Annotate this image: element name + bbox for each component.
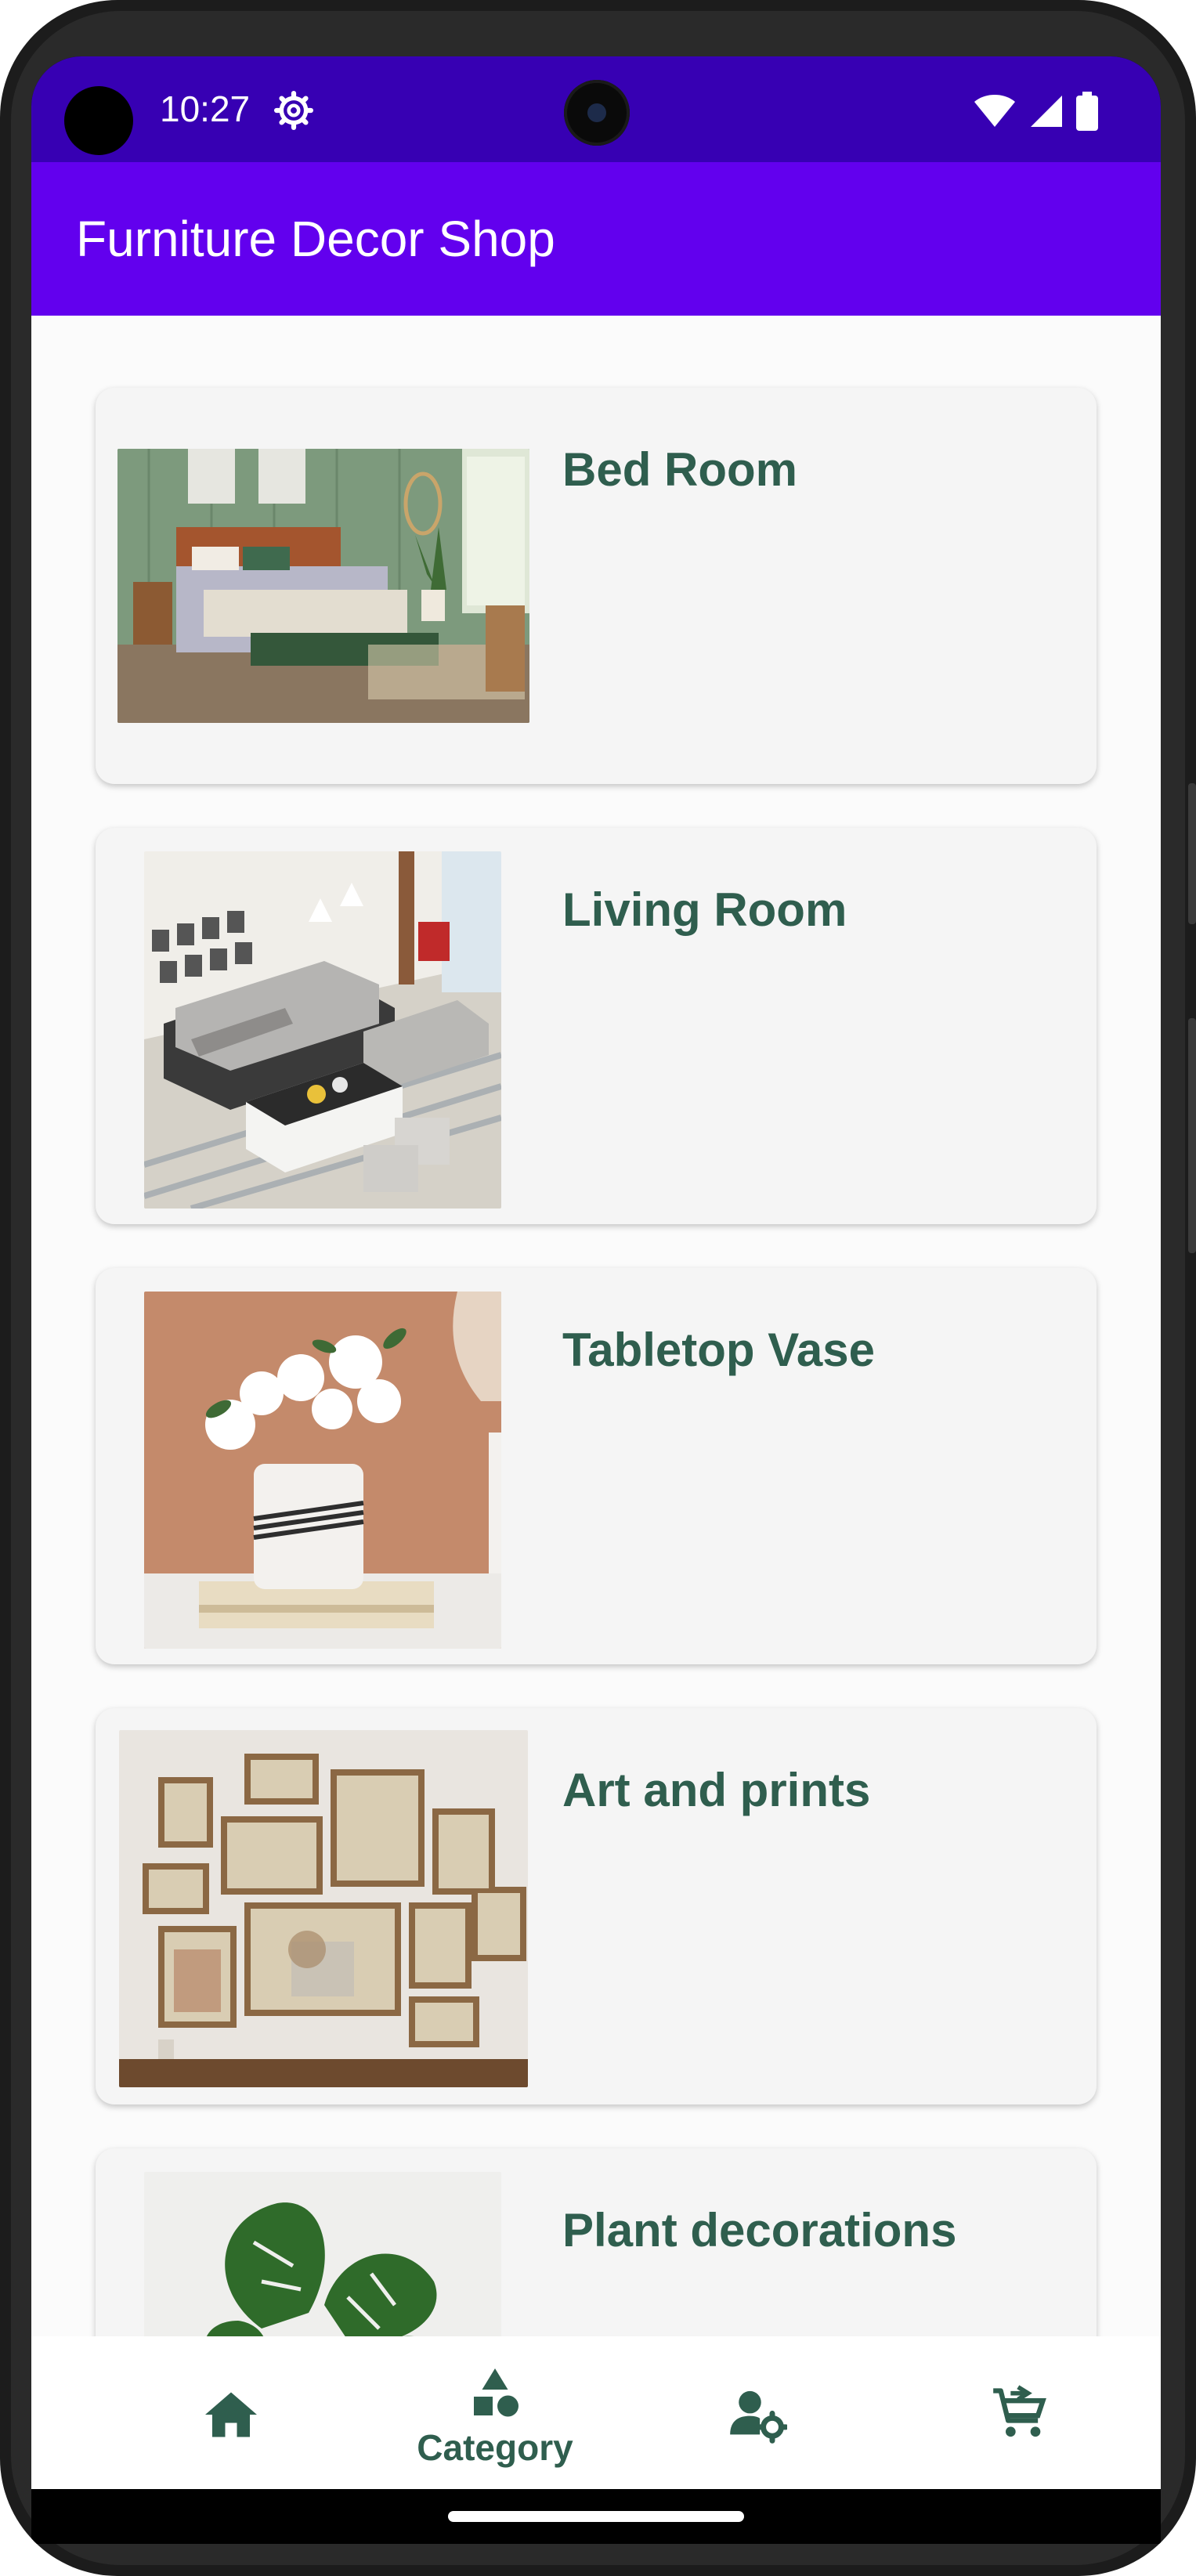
category-title: Tabletop Vase bbox=[562, 1324, 876, 1376]
category-card-living-room[interactable]: Living Room bbox=[96, 828, 1097, 1224]
cart-icon bbox=[993, 2385, 1046, 2437]
category-card-plant-decorations[interactable]: Plant decorations bbox=[96, 2148, 1097, 2336]
app-bar: Furniture Decor Shop bbox=[31, 162, 1161, 316]
bed-room-image bbox=[117, 449, 529, 723]
battery-icon bbox=[1076, 92, 1098, 131]
gesture-area bbox=[31, 2489, 1161, 2544]
category-title: Bed Room bbox=[562, 443, 797, 496]
signal-icon bbox=[1031, 96, 1062, 127]
category-card-tabletop-vase[interactable]: Tabletop Vase bbox=[96, 1268, 1097, 1664]
plant-decorations-image bbox=[144, 2172, 501, 2336]
category-title: Art and prints bbox=[562, 1764, 871, 1816]
category-title: Living Room bbox=[562, 883, 847, 936]
art-prints-image bbox=[119, 1730, 528, 2087]
volume-button bbox=[1188, 1018, 1196, 1253]
category-title: Plant decorations bbox=[562, 2204, 957, 2256]
tabletop-vase-image bbox=[144, 1292, 501, 1649]
status-time: 10:27 bbox=[160, 89, 251, 129]
status-icons bbox=[973, 91, 1098, 132]
category-icon bbox=[474, 2368, 519, 2417]
living-room-image bbox=[144, 851, 501, 1209]
wifi-icon bbox=[974, 95, 1015, 127]
camera-cutout-left bbox=[64, 86, 133, 155]
phone-frame: 10:27 Furniture Decor Shop Bed Room Livi… bbox=[0, 0, 1196, 2576]
status-bar: 10:27 bbox=[31, 56, 1161, 162]
category-card-art-and-prints[interactable]: Art and prints bbox=[96, 1708, 1097, 2105]
home-icon bbox=[205, 2392, 257, 2437]
nav-item-admin[interactable] bbox=[659, 2336, 855, 2489]
home-gesture-handle[interactable] bbox=[448, 2511, 744, 2522]
gear-icon bbox=[274, 91, 313, 130]
nav-item-home[interactable] bbox=[133, 2336, 329, 2489]
bottom-navigation: Category bbox=[31, 2336, 1161, 2489]
admin-settings-icon bbox=[730, 2390, 787, 2444]
power-button bbox=[1188, 783, 1196, 924]
nav-label-category: Category bbox=[417, 2427, 573, 2468]
front-camera bbox=[564, 80, 630, 146]
category-list[interactable]: Bed Room Living Room Tabletop Vase Art a… bbox=[31, 316, 1161, 2336]
nav-item-cart[interactable] bbox=[923, 2336, 1118, 2489]
nav-item-category[interactable]: Category bbox=[397, 2336, 593, 2489]
category-card-bed-room[interactable]: Bed Room bbox=[96, 388, 1097, 784]
app-title: Furniture Decor Shop bbox=[76, 211, 555, 267]
device-screen: 10:27 Furniture Decor Shop Bed Room Livi… bbox=[31, 56, 1161, 2489]
